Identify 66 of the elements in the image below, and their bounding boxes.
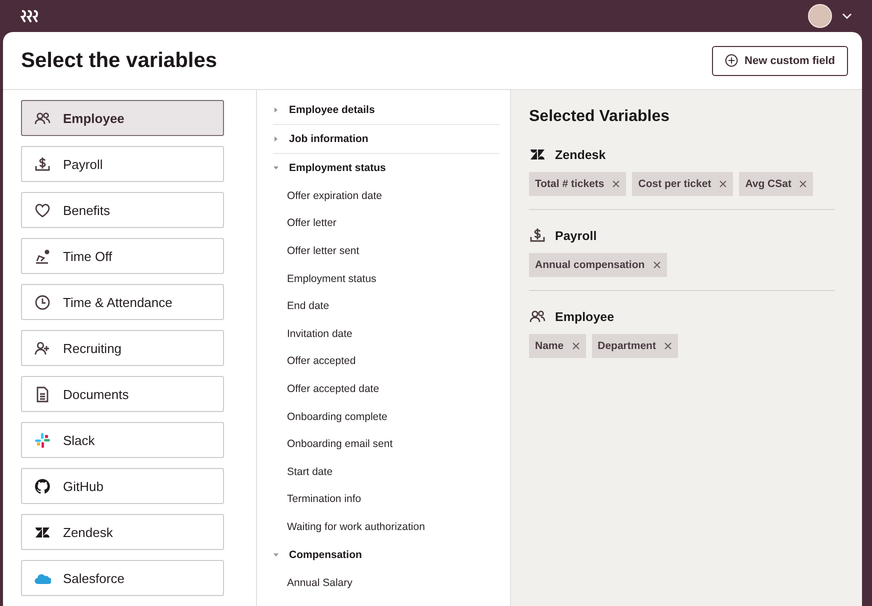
close-icon[interactable]: [572, 342, 580, 350]
section-header[interactable]: Employee details: [289, 104, 375, 116]
reclining-person-icon: [34, 248, 51, 264]
field-item[interactable]: Offer letter: [287, 217, 336, 230]
field-item[interactable]: Offer expiration date: [287, 190, 382, 202]
field-item[interactable]: Offer accepted: [287, 355, 356, 368]
category-item[interactable]: Employee: [21, 100, 224, 136]
category-item[interactable]: Time & Attendance: [21, 284, 224, 320]
variable-chip: Annual compensation: [529, 253, 667, 277]
field-item[interactable]: Annual Salary: [287, 576, 352, 589]
variable-chip: Department: [592, 334, 678, 358]
field-item[interactable]: Employment status: [287, 272, 376, 285]
group-title: Employee: [555, 310, 614, 324]
caret-down-icon[interactable]: [273, 552, 279, 558]
close-icon[interactable]: [652, 261, 661, 269]
group-title: Zendesk: [555, 148, 606, 162]
group-title: Payroll: [555, 228, 597, 242]
add-person-icon: [34, 340, 51, 356]
document-icon: [34, 386, 51, 402]
field-item[interactable]: Termination info: [287, 493, 362, 506]
variable-chip: Name: [529, 334, 586, 358]
chevron-down-icon[interactable]: [842, 13, 852, 19]
close-icon[interactable]: [664, 342, 672, 350]
page-title: Select the variables: [21, 48, 218, 72]
dollar-tray-icon: [34, 156, 51, 172]
category-item[interactable]: Recruiting: [21, 330, 224, 366]
section-header[interactable]: Employment status: [289, 162, 386, 174]
caret-right-icon[interactable]: [273, 136, 279, 142]
clock-icon: [34, 294, 51, 310]
variable-chip: Avg CSat: [739, 172, 814, 196]
category-item[interactable]: Slack: [21, 422, 224, 458]
close-icon[interactable]: [719, 180, 728, 188]
category-item[interactable]: Benefits: [21, 192, 224, 228]
field-item[interactable]: Invitation date: [287, 328, 352, 340]
people-icon: [529, 308, 546, 325]
caret-down-icon[interactable]: [273, 165, 279, 171]
new-custom-field-button[interactable]: New custom field: [712, 46, 848, 76]
plus-circle-icon: [724, 54, 738, 67]
people-icon: [34, 110, 51, 126]
logo-icon: [20, 9, 40, 23]
field-item[interactable]: End date: [287, 300, 330, 312]
category-item[interactable]: Salesforce: [21, 560, 224, 596]
close-icon[interactable]: [612, 180, 620, 188]
category-item[interactable]: Zendesk: [21, 514, 224, 550]
section-header[interactable]: Job information: [289, 133, 368, 145]
variable-chip: Cost per ticket: [632, 172, 734, 196]
field-item[interactable]: Offer accepted date: [287, 382, 380, 395]
field-item[interactable]: Start date: [287, 466, 333, 478]
close-icon[interactable]: [799, 180, 808, 188]
field-item[interactable]: Waiting for work authorization: [287, 520, 425, 533]
section-header[interactable]: Compensation: [289, 548, 362, 561]
slack-icon: [34, 432, 51, 448]
panel-title: Selected Variables: [529, 108, 671, 126]
category-item[interactable]: Payroll: [21, 146, 224, 182]
dollar-tray-icon: [529, 227, 546, 244]
variable-chip: Total # tickets: [529, 172, 626, 196]
heart-icon: [34, 202, 51, 218]
field-item[interactable]: Onboarding email sent: [287, 438, 393, 450]
field-item[interactable]: Offer letter sent: [287, 244, 360, 257]
caret-right-icon[interactable]: [273, 107, 279, 113]
github-icon: [34, 478, 51, 494]
avatar[interactable]: [808, 4, 832, 28]
category-item[interactable]: Time Off: [21, 238, 224, 274]
field-item[interactable]: Onboarding complete: [287, 410, 388, 423]
category-item[interactable]: Documents: [21, 376, 224, 412]
category-item[interactable]: GitHub: [21, 468, 224, 504]
